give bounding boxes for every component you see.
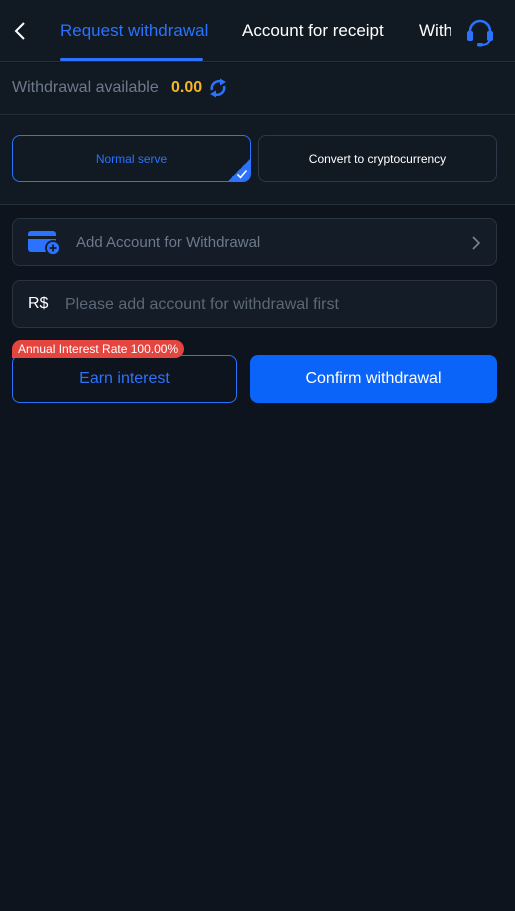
- currency-symbol: R$: [28, 295, 49, 312]
- normal-serve-option[interactable]: Normal serve: [12, 135, 251, 182]
- interest-rate-badge: Annual Interest Rate 100.00%: [12, 340, 185, 358]
- balance-value: 0.00: [171, 79, 203, 96]
- add-account-row[interactable]: Add Account for Withdrawal: [12, 218, 497, 266]
- top-nav-bar: Request withdrawal Account for receipt W…: [0, 0, 515, 62]
- confirm-withdrawal-label: Confirm withdrawal: [305, 370, 442, 387]
- balance-label: Withdrawal available: [12, 79, 159, 96]
- checkmark-icon: [236, 169, 248, 179]
- withdrawal-screen: Request withdrawal Account for receipt W…: [0, 0, 515, 911]
- back-button[interactable]: [8, 18, 32, 44]
- tab-request-withdrawal[interactable]: Request withdrawal: [60, 20, 208, 42]
- wallet-add-icon: [28, 231, 61, 256]
- withdrawal-mode-section: Normal serve Convert to cryptocurrency: [0, 116, 515, 205]
- earn-interest-label: Earn interest: [79, 370, 170, 387]
- headset-icon: [467, 19, 493, 47]
- withdrawal-amount-input[interactable]: [65, 288, 485, 322]
- confirm-withdrawal-button[interactable]: Confirm withdrawal: [250, 355, 497, 403]
- active-tab-indicator: [60, 58, 203, 61]
- add-account-label: Add Account for Withdrawal: [76, 234, 261, 251]
- normal-serve-label: Normal serve: [95, 151, 168, 166]
- balance-row: Withdrawal available 0.00: [0, 63, 515, 115]
- earn-interest-button[interactable]: Earn interest: [12, 355, 237, 403]
- chevron-left-icon: [14, 22, 25, 40]
- refresh-icon[interactable]: [207, 77, 229, 99]
- customer-support-button[interactable]: [462, 16, 498, 48]
- convert-crypto-label: Convert to cryptocurrency: [308, 151, 447, 166]
- tab-account-for-receipt[interactable]: Account for receipt: [242, 20, 384, 42]
- chevron-right-icon: [472, 236, 481, 250]
- convert-crypto-option[interactable]: Convert to cryptocurrency: [258, 135, 497, 182]
- tab-withdrawal-records[interactable]: Withdrawal: [419, 20, 451, 42]
- amount-field: R$: [12, 280, 497, 328]
- selected-indicator: [228, 159, 250, 181]
